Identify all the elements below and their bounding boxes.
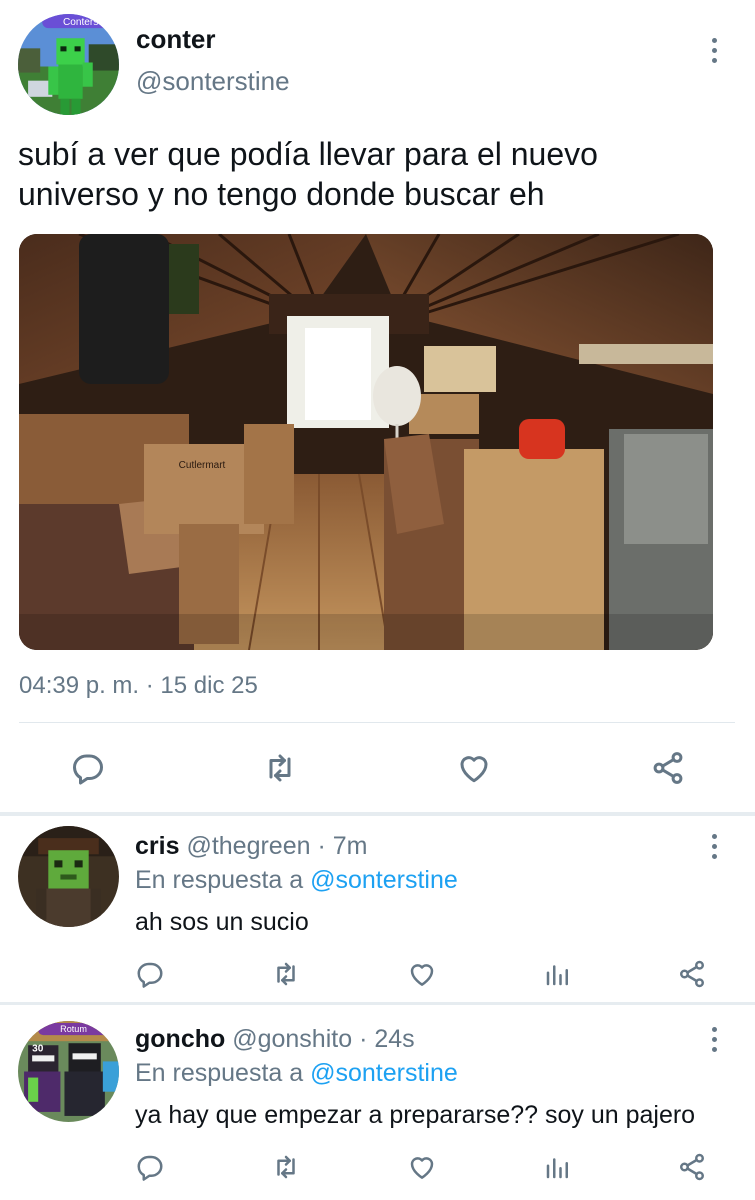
reply-header: goncho @gonshito · 24s xyxy=(135,1025,415,1054)
reply-header: cris @thegreen · 7m xyxy=(135,832,367,861)
reply-text: ah sos un sucio xyxy=(135,908,309,936)
share-button[interactable] xyxy=(670,1145,714,1189)
share-icon xyxy=(680,1153,704,1181)
tweet-timestamp[interactable]: 04:39 p. m. · 15 dic 25 xyxy=(19,672,258,700)
more-options-icon[interactable] xyxy=(709,38,719,63)
replying-to-label: En respuesta a xyxy=(135,1059,304,1087)
like-button[interactable] xyxy=(400,952,444,996)
minecraft-avatar-image xyxy=(18,826,119,927)
reply-button[interactable] xyxy=(128,952,172,996)
replying-to: En respuesta a @sonterstine xyxy=(135,1059,458,1088)
avatar-badge-text: Conters xyxy=(63,17,98,28)
reply-text: ya hay que empezar a prepararse?? soy un… xyxy=(135,1101,696,1129)
like-button[interactable] xyxy=(452,746,496,790)
reply-icon xyxy=(137,1155,163,1181)
reply-button[interactable] xyxy=(66,746,110,790)
reply-author-handle[interactable]: @thegreen xyxy=(186,832,310,860)
minecraft-avatar-image: Conters xyxy=(18,14,119,115)
more-options-icon[interactable] xyxy=(709,834,719,859)
avatar-badge-text: Rotum xyxy=(60,1024,87,1034)
analytics-button[interactable] xyxy=(536,952,580,996)
reply-button[interactable] xyxy=(128,1145,172,1189)
reply-time[interactable]: 7m xyxy=(333,832,368,860)
reply-author-avatar[interactable]: Rotum 30 xyxy=(18,1021,119,1122)
replying-to-handle[interactable]: @sonterstine xyxy=(310,866,458,894)
analytics-icon xyxy=(546,965,568,986)
author-avatar[interactable]: Conters xyxy=(18,14,119,115)
reply-author-avatar[interactable] xyxy=(18,826,119,927)
divider xyxy=(19,722,735,723)
analytics-icon xyxy=(546,1158,568,1179)
more-options-icon[interactable] xyxy=(709,1027,719,1052)
minecraft-avatar-image: Rotum 30 xyxy=(18,1021,119,1122)
like-icon xyxy=(460,756,488,783)
retweet-icon xyxy=(269,754,291,782)
reply-author-handle[interactable]: @gonshito xyxy=(232,1025,352,1053)
reply-tweet[interactable]: Rotum 30 goncho @gonshito · 24s En respu… xyxy=(0,1005,755,1200)
share-icon xyxy=(653,752,683,784)
replying-to: En respuesta a @sonterstine xyxy=(135,866,458,895)
share-icon xyxy=(680,960,704,988)
retweet-button[interactable] xyxy=(264,1145,308,1189)
author-handle[interactable]: @sonterstine xyxy=(136,66,290,97)
replying-to-label: En respuesta a xyxy=(135,866,304,894)
replying-to-handle[interactable]: @sonterstine xyxy=(310,1059,458,1087)
retweet-icon xyxy=(277,1155,295,1179)
reply-time-separator: · xyxy=(359,1025,368,1053)
reply-tweet[interactable]: cris @thegreen · 7m En respuesta a @sont… xyxy=(0,816,755,1002)
share-button[interactable] xyxy=(670,952,714,996)
attic-photo-image: Cutlermart xyxy=(19,234,713,650)
like-icon xyxy=(410,964,434,986)
retweet-button[interactable] xyxy=(264,952,308,996)
tweet-text: subí a ver que podía llevar para el nuev… xyxy=(18,136,598,212)
avatar-number-text: 30 xyxy=(32,1043,44,1054)
reply-icon xyxy=(73,754,103,785)
reply-time-separator: · xyxy=(317,832,326,860)
like-icon xyxy=(410,1157,434,1179)
reply-icon xyxy=(137,962,163,988)
main-tweet: Conters conter @sonterstine subí a ver q… xyxy=(0,0,755,812)
author-name[interactable]: conter xyxy=(136,24,215,55)
like-button[interactable] xyxy=(400,1145,444,1189)
analytics-button[interactable] xyxy=(536,1145,580,1189)
tweet-photo[interactable]: Cutlermart xyxy=(19,234,713,650)
share-button[interactable] xyxy=(646,746,690,790)
retweet-icon xyxy=(277,962,295,986)
reply-author-name[interactable]: goncho xyxy=(135,1025,225,1053)
retweet-button[interactable] xyxy=(258,746,302,790)
reply-author-name[interactable]: cris xyxy=(135,832,179,860)
photo-box-label: Cutlermart xyxy=(179,460,226,471)
reply-time[interactable]: 24s xyxy=(374,1025,414,1053)
